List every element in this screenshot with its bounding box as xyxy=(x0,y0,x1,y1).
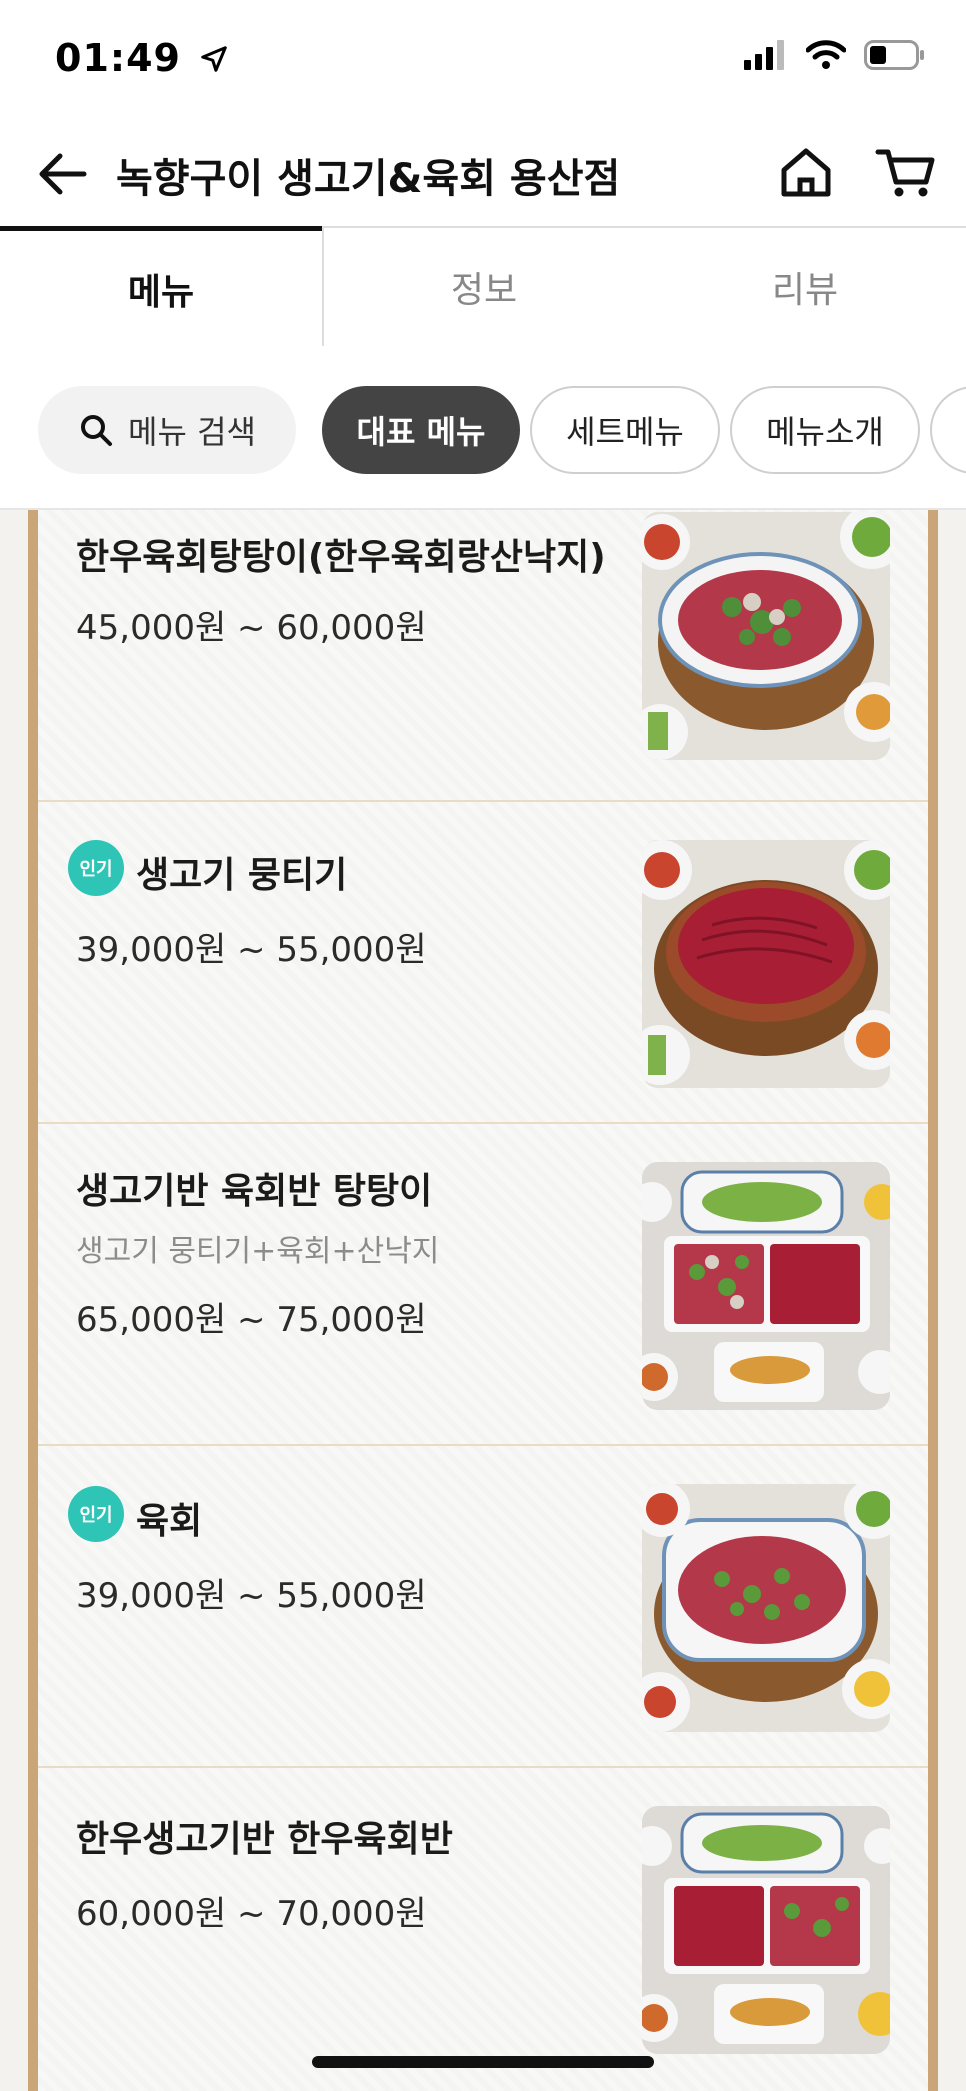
status-time: 01:49 xyxy=(55,36,229,80)
store-title: 녹향구이 생고기&육회 용산점 xyxy=(116,156,621,202)
menu-list-container: 한우육회탕탕이(한우육회랑산낙지) 45,000원 ~ 60,000원 인기 생… xyxy=(0,510,966,2091)
signal-icon xyxy=(744,40,784,70)
menu-item-photo xyxy=(642,840,890,1088)
header: 녹향구이 생고기&육회 용산점 xyxy=(0,130,966,230)
back-arrow-icon[interactable] xyxy=(34,144,94,204)
chip-set-menu[interactable]: 세트메뉴 xyxy=(530,386,720,474)
menu-item-price: 39,000원 ~ 55,000원 xyxy=(76,930,427,970)
menu-item-price: 65,000원 ~ 75,000원 xyxy=(76,1300,427,1340)
menu-item-name: 육회 xyxy=(136,1501,203,1542)
status-icons xyxy=(744,40,926,70)
status-bar: 01:49 xyxy=(0,0,966,120)
menu-item[interactable]: 인기 생고기 뭉티기 39,000원 ~ 55,000원 xyxy=(38,802,928,1124)
chip-menu-intro[interactable]: 메뉴소개 xyxy=(730,386,920,474)
location-arrow-icon xyxy=(201,46,227,72)
home-indicator[interactable] xyxy=(312,2056,654,2068)
menu-item-photo xyxy=(642,1484,890,1732)
menu-item[interactable]: 생고기반 육회반 탕탕이 생고기 뭉티기+육회+산낙지 65,000원 ~ 75… xyxy=(38,1124,928,1446)
wifi-icon xyxy=(806,40,846,69)
menu-list: 한우육회탕탕이(한우육회랑산낙지) 45,000원 ~ 60,000원 인기 생… xyxy=(38,510,928,2091)
menu-item-photo xyxy=(642,1162,890,1410)
tab-info[interactable]: 정보 xyxy=(322,226,644,346)
menu-search-label: 메뉴 검색 xyxy=(128,413,256,451)
menu-item-description: 생고기 뭉티기+육회+산낙지 xyxy=(76,1234,440,1269)
category-chips: 메뉴 검색 대표 메뉴 세트메뉴 메뉴소개 xyxy=(0,384,966,478)
chip-signature-menu[interactable]: 대표 메뉴 xyxy=(322,386,520,474)
tab-review[interactable]: 리뷰 xyxy=(644,226,966,346)
frame-left xyxy=(28,510,38,2091)
menu-item-price: 45,000원 ~ 60,000원 xyxy=(76,608,427,648)
menu-item-name: 생고기반 육회반 탕탕이 xyxy=(76,1171,433,1212)
menu-item-name: 한우육회탕탕이(한우육회랑산낙지) xyxy=(76,537,606,578)
menu-item-price: 60,000원 ~ 70,000원 xyxy=(76,1894,427,1934)
menu-item-name: 생고기 뭉티기 xyxy=(136,855,348,896)
menu-item[interactable]: 한우생고기반 한우육회반 60,000원 ~ 70,000원 xyxy=(38,1768,928,2091)
menu-item-photo xyxy=(642,1806,890,2054)
battery-icon xyxy=(864,40,924,70)
popular-badge: 인기 xyxy=(68,840,124,896)
cart-icon[interactable] xyxy=(874,142,938,202)
chip-more[interactable] xyxy=(930,386,966,474)
menu-item-price: 39,000원 ~ 55,000원 xyxy=(76,1576,427,1616)
menu-item[interactable]: 인기 육회 39,000원 ~ 55,000원 xyxy=(38,1446,928,1768)
tab-bar: 메뉴 정보 리뷰 xyxy=(0,226,966,575)
menu-item-name: 한우생고기반 한우육회반 xyxy=(76,1819,453,1860)
home-icon[interactable] xyxy=(776,142,836,202)
popular-badge: 인기 xyxy=(68,1486,124,1542)
tab-menu[interactable]: 메뉴 xyxy=(0,226,322,346)
frame-right xyxy=(928,510,938,2091)
menu-search-button[interactable]: 메뉴 검색 xyxy=(38,386,296,474)
search-icon xyxy=(81,415,113,446)
menu-item-photo xyxy=(642,512,890,760)
menu-item[interactable]: 한우육회탕탕이(한우육회랑산낙지) 45,000원 ~ 60,000원 xyxy=(38,510,928,802)
